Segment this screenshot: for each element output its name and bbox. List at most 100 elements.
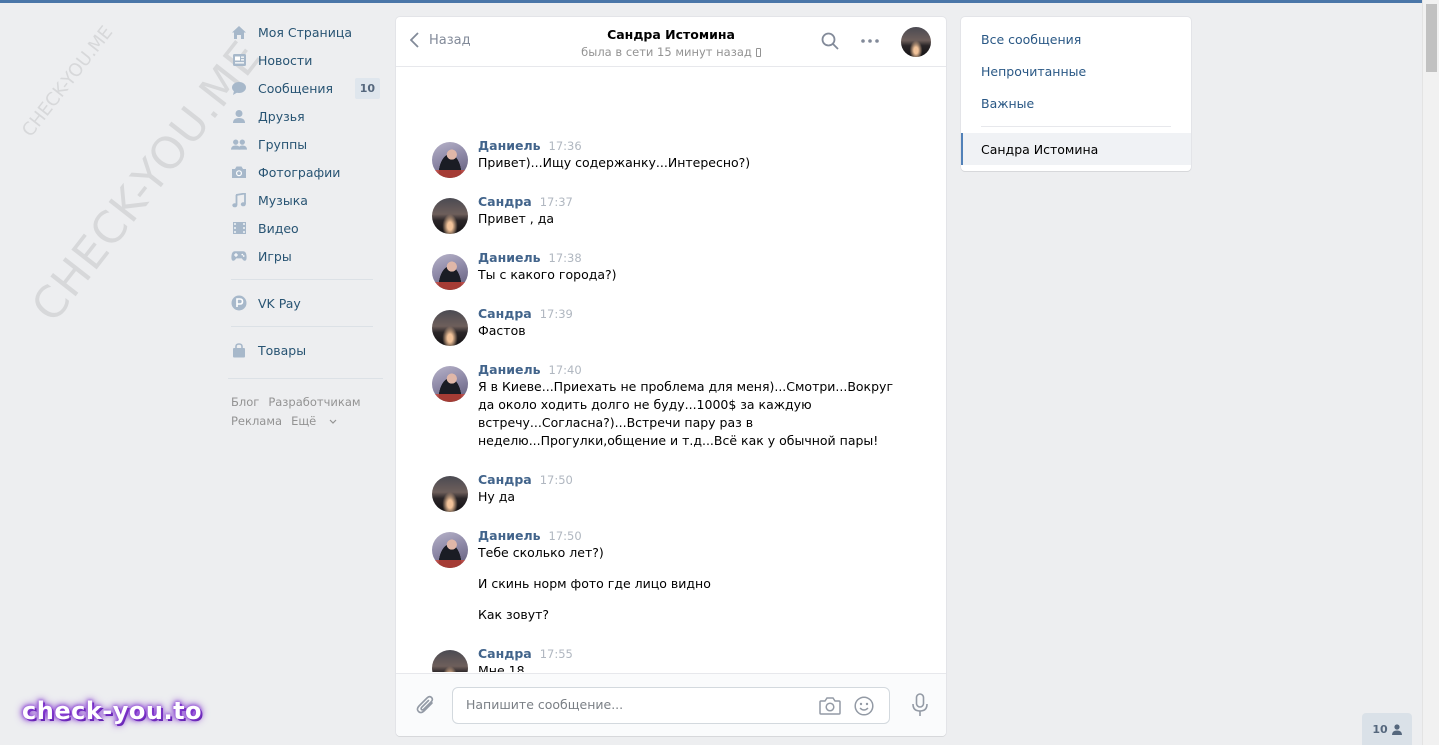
mobile-phone-icon	[755, 48, 761, 57]
nav-divider	[231, 326, 373, 327]
nav-label: VK Pay	[258, 295, 301, 311]
messages-counter-badge: 10	[354, 78, 380, 99]
active-dialog-item[interactable]: Сандра Истомина	[961, 133, 1191, 165]
chat-header: Назад Сандра Истомина была в сети 15 мин…	[396, 17, 946, 67]
message-time: 17:37	[539, 195, 573, 209]
vkpay-icon	[231, 295, 247, 311]
message-text: Ты с какого города?)	[478, 267, 617, 282]
author-name: Сандра	[478, 472, 532, 487]
footer-link-blog[interactable]: Блог	[231, 395, 259, 409]
online-friends-button[interactable]: 10	[1362, 713, 1412, 745]
watermark-small: CHECK-YOU.ME	[18, 22, 118, 141]
author-avatar[interactable]	[432, 366, 468, 402]
groups-icon	[231, 136, 247, 152]
peer-avatar[interactable]	[901, 27, 931, 57]
nav-item-friends[interactable]: Друзья	[228, 102, 383, 130]
paperclip-icon[interactable]	[416, 694, 436, 716]
nav-item-my-page[interactable]: Моя Страница	[228, 18, 383, 46]
nav-divider	[231, 279, 373, 280]
author-avatar[interactable]	[432, 476, 468, 512]
author-avatar[interactable]	[432, 198, 468, 234]
author-name: Даниель	[478, 250, 541, 265]
filter-important[interactable]: Важные	[981, 96, 1034, 111]
search-icon[interactable]	[821, 32, 839, 50]
filter-all-messages[interactable]: Все сообщения	[981, 32, 1081, 47]
message-history[interactable]: Даниель 17:36 Привет)...Ищу содержанку...…	[396, 68, 946, 672]
message-author[interactable]: Сандра 17:37	[478, 194, 573, 209]
message-author[interactable]: Даниель 17:38	[478, 250, 582, 265]
message-input[interactable]	[466, 697, 796, 712]
nav-label: Группы	[258, 136, 308, 152]
message-text: встречу...Согласна?)...Встречи пару раз …	[478, 415, 754, 430]
author-avatar[interactable]	[432, 650, 468, 672]
nav-item-vkpay[interactable]: VK Pay	[228, 289, 383, 317]
message-text: Привет , да	[478, 211, 555, 226]
message-author[interactable]: Сандра 17:55	[478, 646, 573, 661]
emoji-icon[interactable]	[854, 696, 874, 716]
nav-item-music[interactable]: Музыка	[228, 186, 383, 214]
message-time: 17:38	[548, 251, 582, 265]
menu-divider	[981, 126, 1171, 127]
nav-label: Музыка	[258, 192, 308, 208]
page-scrollbar[interactable]	[1422, 0, 1439, 745]
nav-item-groups[interactable]: Группы	[228, 130, 383, 158]
messages-icon	[231, 80, 247, 96]
message-text: И скинь норм фото где лицо видно	[478, 576, 711, 591]
footer-link-more[interactable]: Ещё	[291, 414, 337, 428]
message-time: 17:36	[548, 139, 582, 153]
message-time: 17:50	[539, 473, 573, 487]
nav-item-market[interactable]: Товары	[228, 336, 383, 364]
author-name: Даниель	[478, 528, 541, 543]
chat-panel: Назад Сандра Истомина была в сети 15 мин…	[396, 17, 946, 736]
author-avatar[interactable]	[432, 254, 468, 290]
top-accent-bar	[0, 0, 1422, 3]
peer-info[interactable]: Сандра Истомина была в сети 15 минут наз…	[396, 27, 946, 59]
nav-item-video[interactable]: Видео	[228, 214, 383, 242]
microphone-icon[interactable]	[911, 693, 929, 717]
camera-icon	[231, 164, 247, 180]
messages-filter-menu: Все сообщения Непрочитанные Важные Сандр…	[961, 17, 1191, 171]
user-icon	[1391, 723, 1402, 735]
message-author[interactable]: Сандра 17:39	[478, 306, 573, 321]
video-icon	[231, 220, 247, 236]
nav-footer: Блог Разработчикам Реклама Ещё	[228, 378, 383, 431]
footer-more-label: Ещё	[291, 414, 317, 428]
author-name: Сандра	[478, 646, 532, 661]
left-navigation: Моя Страница Новости Сообщения 10 Друзья…	[228, 18, 383, 431]
nav-item-games[interactable]: Игры	[228, 242, 383, 270]
gamepad-icon	[231, 248, 247, 264]
message-author[interactable]: Сандра 17:50	[478, 472, 573, 487]
camera-icon[interactable]	[819, 696, 841, 715]
footer-link-developers[interactable]: Разработчикам	[268, 395, 360, 409]
footer-link-ads[interactable]: Реклама	[231, 414, 282, 428]
nav-label: Моя Страница	[258, 24, 352, 40]
more-actions-icon[interactable]	[861, 39, 879, 43]
nav-label: Видео	[258, 220, 299, 236]
message-text: Мне 18	[478, 663, 525, 672]
message-author[interactable]: Даниель 17:40	[478, 362, 582, 377]
author-avatar[interactable]	[432, 532, 468, 568]
online-count: 10	[1372, 722, 1388, 736]
author-avatar[interactable]	[432, 310, 468, 346]
message-input-box[interactable]	[452, 687, 890, 724]
message-text: Привет)...Ищу содержанку...Интересно?)	[478, 155, 751, 170]
filter-unread[interactable]: Непрочитанные	[981, 64, 1086, 79]
message-time: 17:55	[539, 647, 573, 661]
message-text: Фастов	[478, 323, 526, 338]
chevron-down-icon	[329, 419, 337, 424]
news-icon	[231, 52, 247, 68]
author-name: Сандра	[478, 306, 532, 321]
peer-status: была в сети 15 минут назад	[396, 45, 946, 59]
message-text: Как зовут?	[478, 607, 550, 622]
nav-label: Друзья	[258, 108, 305, 124]
nav-item-messages[interactable]: Сообщения 10	[228, 74, 383, 102]
nav-item-photos[interactable]: Фотографии	[228, 158, 383, 186]
author-avatar[interactable]	[432, 142, 468, 178]
message-author[interactable]: Даниель 17:36	[478, 138, 582, 153]
message-author[interactable]: Даниель 17:50	[478, 528, 582, 543]
nav-label: Новости	[258, 52, 313, 68]
peer-status-text: была в сети 15 минут назад	[581, 45, 752, 59]
message-time: 17:50	[548, 529, 582, 543]
nav-item-news[interactable]: Новости	[228, 46, 383, 74]
scrollbar-thumb[interactable]	[1426, 4, 1437, 72]
